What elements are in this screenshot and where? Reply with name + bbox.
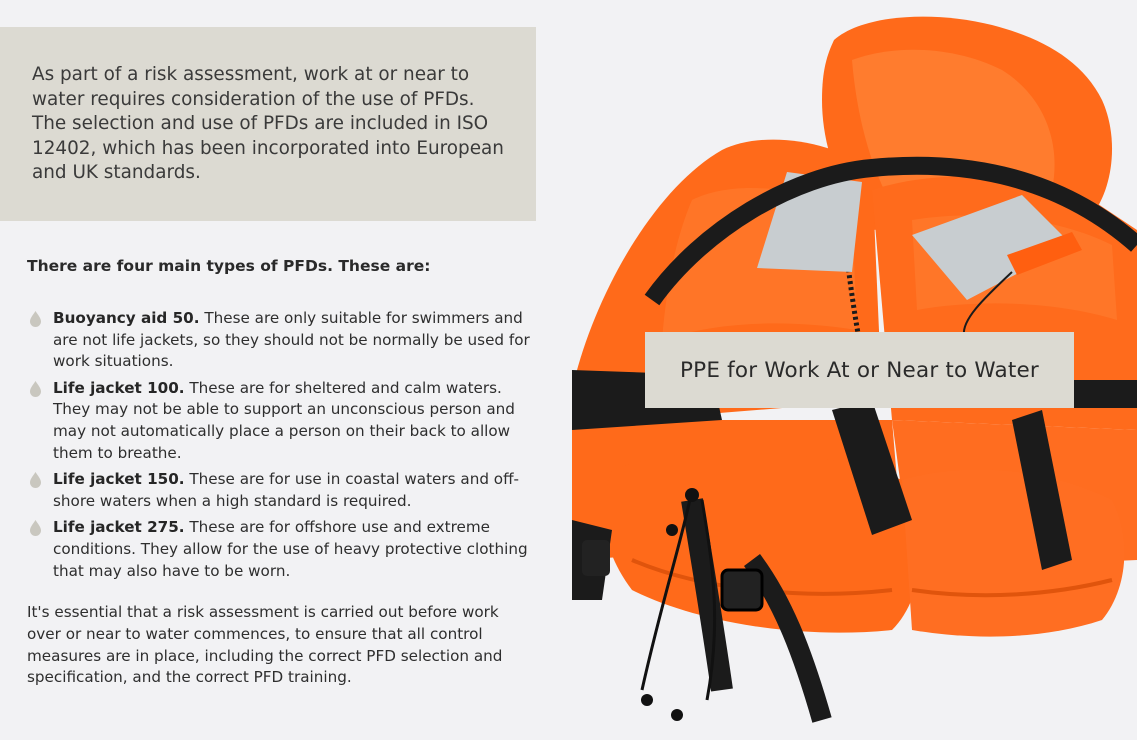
droplet-icon [30,311,41,327]
pfd-type-name: Life jacket 100. [53,378,185,397]
droplet-icon [30,520,41,537]
droplet-icon [30,380,41,397]
pfd-type-name: Buoyancy aid 50. [53,309,200,327]
pfd-type-name: Life jacket 150. [53,470,185,489]
list-item: Buoyancy aid 50. These are only suitable… [27,308,542,373]
pfd-type-name: Life jacket 275. [53,518,185,537]
intro-text: As part of a risk assessment, work at or… [32,64,504,184]
list-item: Life jacket 275. These are for offshore … [27,517,542,582]
pfd-types-list: Buoyancy aid 50. These are only suitable… [27,308,542,587]
droplet-icon [30,472,41,489]
list-item: Life jacket 150. These are for use in co… [27,469,542,512]
closing-paragraph: It's essential that a risk assessment is… [27,603,503,687]
pfd-types-heading: There are four main types of PFDs. These… [27,257,431,275]
image-caption: PPE for Work At or Near to Water [645,332,1074,408]
list-item: Life jacket 100. These are for sheltered… [27,378,542,464]
intro-panel: As part of a risk assessment, work at or… [0,27,536,221]
